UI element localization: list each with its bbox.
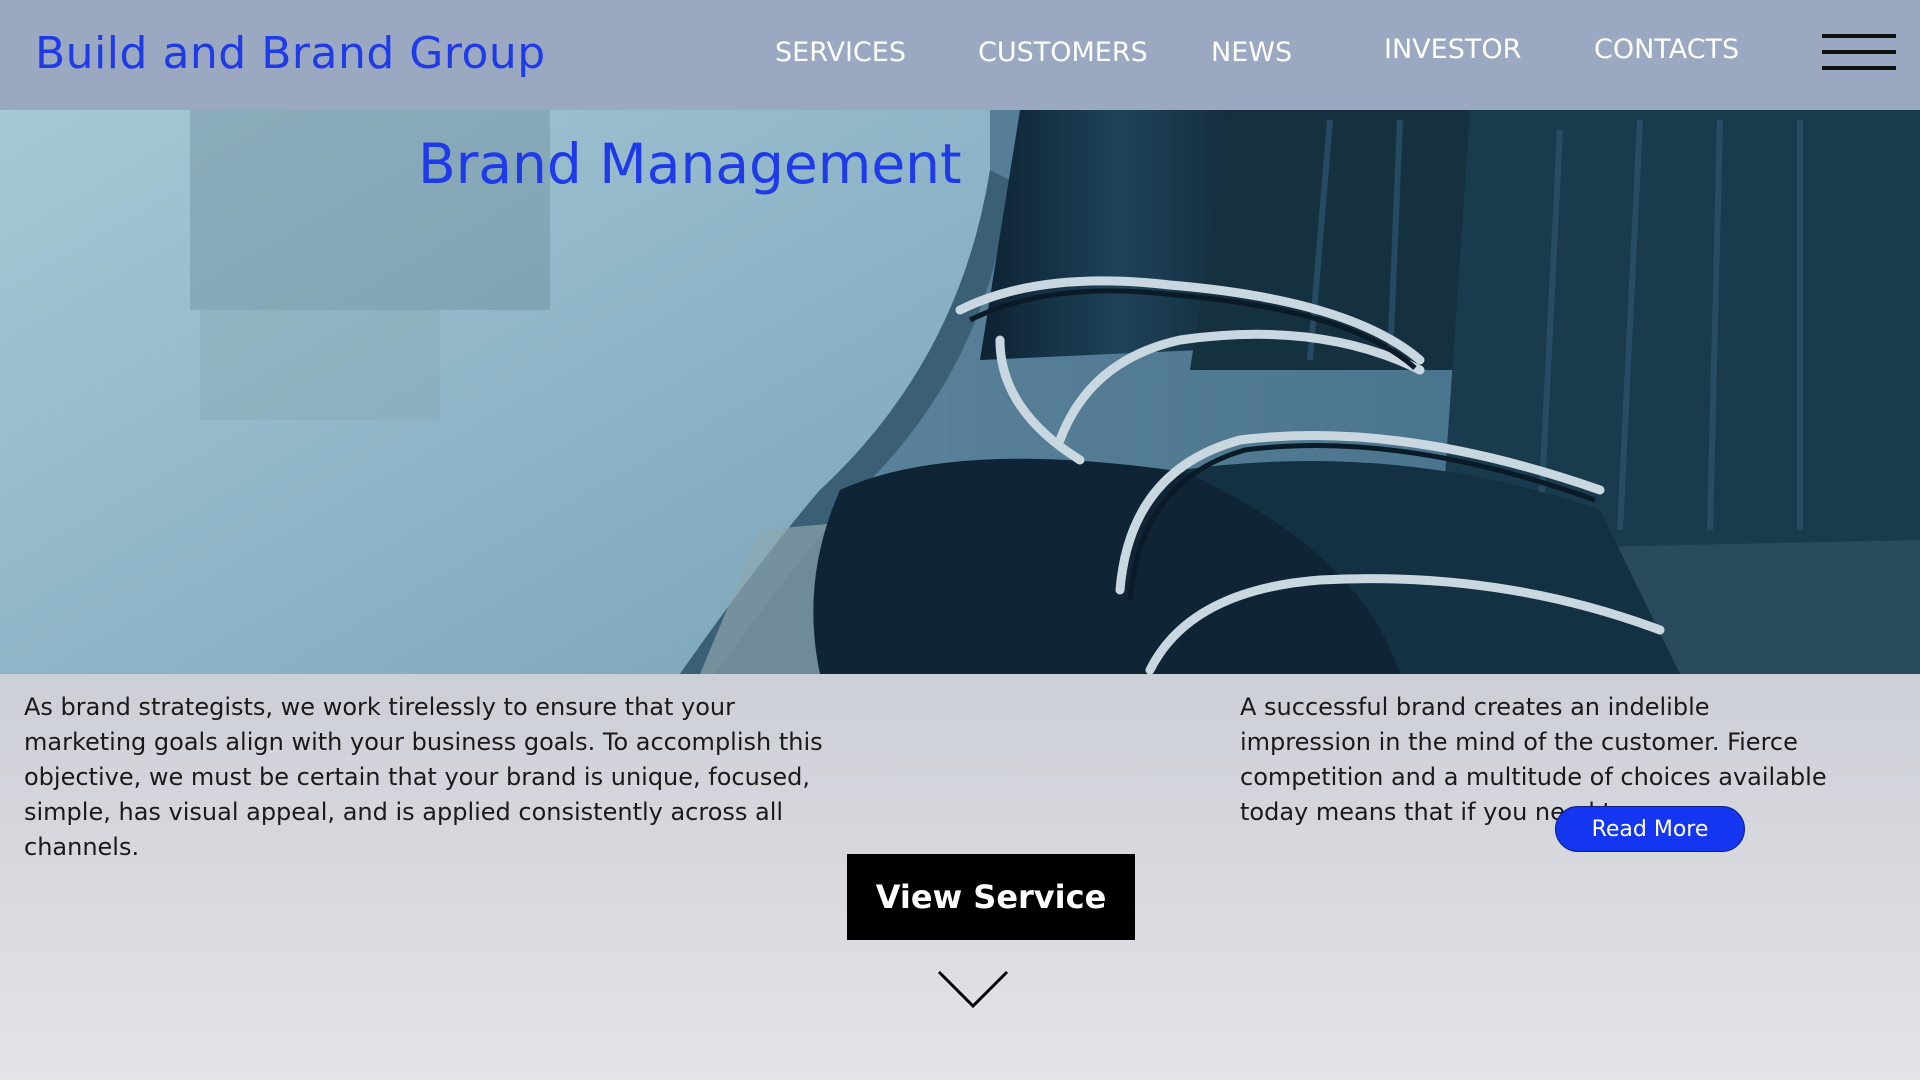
nav-customers[interactable]: CUSTOMERS	[978, 37, 1148, 68]
view-service-button[interactable]: View Service	[847, 854, 1135, 940]
intro-text-right: A successful brand creates an indelible …	[1240, 693, 1827, 826]
site-header: Build and Brand Group SERVICES CUSTOMERS…	[0, 0, 1920, 110]
nav-news[interactable]: NEWS	[1211, 37, 1292, 68]
nav-contacts[interactable]: CONTACTS	[1594, 34, 1739, 65]
intro-text-left: As brand strategists, we work tirelessly…	[24, 693, 823, 861]
hero-title: Brand Management	[418, 132, 962, 196]
nav-services[interactable]: SERVICES	[775, 37, 906, 68]
hero-banner: Brand Management	[0, 110, 1920, 674]
site-logo[interactable]: Build and Brand Group	[35, 28, 546, 79]
nav-investor[interactable]: INVESTOR	[1384, 34, 1521, 65]
chevron-down-icon[interactable]	[937, 970, 1009, 1010]
read-more-button[interactable]: Read More	[1555, 806, 1745, 852]
page: Build and Brand Group SERVICES CUSTOMERS…	[0, 0, 1920, 1080]
hamburger-menu-icon[interactable]	[1822, 32, 1896, 72]
